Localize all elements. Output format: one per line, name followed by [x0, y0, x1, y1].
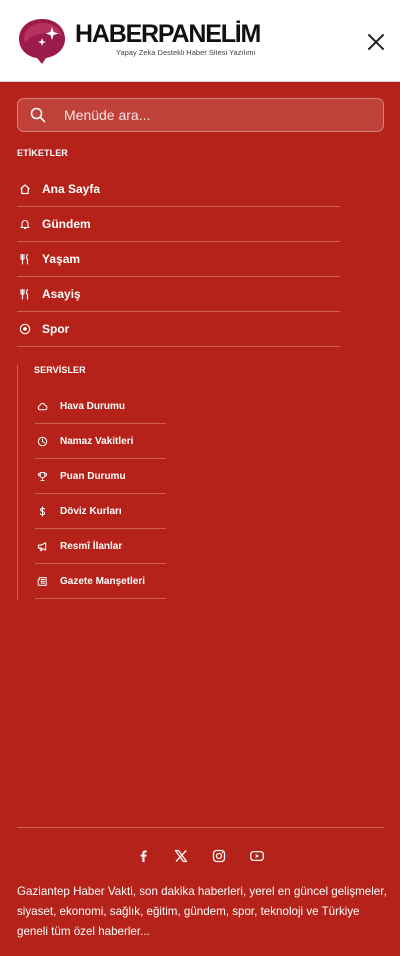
menu-item-yasam[interactable]: Yaşam — [17, 242, 340, 277]
trophy-icon — [37, 471, 48, 481]
service-puan-durumu[interactable]: Puan Durumu — [35, 459, 166, 494]
youtube-link[interactable] — [248, 846, 267, 865]
utensils-icon — [20, 253, 29, 265]
search-input[interactable] — [64, 107, 364, 123]
brand-tagline: Yapay Zeka Destekli Haber Sitesi Yazılım… — [116, 48, 256, 57]
cloud-icon — [37, 402, 48, 410]
footer-description: Gaziantep Haber Vakti, son dakika haberl… — [17, 885, 387, 938]
menu-item-label: Gündem — [42, 217, 91, 231]
youtube-icon — [250, 850, 264, 861]
service-label: Hava Durumu — [60, 400, 126, 412]
facebook-icon — [140, 850, 147, 862]
instagram-icon — [212, 849, 226, 862]
service-gazete-mansetleri[interactable]: Gazete Manşetleri — [35, 564, 166, 599]
menu-item-label: Ana Sayfa — [42, 182, 101, 196]
menu-item-spor[interactable]: Spor — [17, 312, 340, 347]
services-menu: Hava Durumu Namaz Vakitleri Puan Durumu … — [35, 389, 166, 599]
menu-item-gundem[interactable]: Gündem — [17, 207, 340, 242]
dollar-icon — [39, 505, 46, 517]
home-icon — [20, 184, 30, 195]
menu-search[interactable] — [17, 98, 384, 132]
bell-icon — [20, 220, 30, 230]
service-namaz-vakitleri[interactable]: Namaz Vakitleri — [35, 424, 166, 459]
footer-divider — [17, 827, 384, 828]
instagram-link[interactable] — [210, 846, 229, 865]
utensils-icon — [20, 288, 29, 300]
menu-item-label: Yaşam — [42, 252, 81, 266]
header: HABERPANELİM Yapay Zeka Destekli Haber S… — [0, 0, 400, 82]
x-icon — [174, 849, 188, 862]
megaphone-icon — [37, 541, 47, 551]
ball-icon — [19, 323, 31, 335]
service-label: Gazete Manşetleri — [60, 575, 146, 587]
service-label: Döviz Kurları — [60, 505, 122, 517]
brand-name[interactable]: HABERPANELİM — [75, 21, 261, 47]
facebook-link[interactable] — [134, 846, 153, 865]
service-label: Puan Durumu — [60, 470, 126, 482]
brand-logo[interactable] — [18, 17, 66, 65]
services-section-title: SERVİSLER — [34, 365, 86, 375]
menu-item-ana-sayfa[interactable]: Ana Sayfa — [17, 172, 340, 207]
search-icon — [30, 107, 46, 123]
x-link[interactable] — [172, 846, 191, 865]
social-links — [0, 846, 400, 865]
services-panel: SERVİSLER Hava Durumu Namaz Vakitleri Pu… — [17, 365, 177, 600]
menu-item-label: Spor — [42, 322, 70, 336]
service-hava-durumu[interactable]: Hava Durumu — [35, 389, 166, 424]
newspaper-icon — [37, 576, 47, 586]
tags-menu: Ana Sayfa Gündem Yaşam Asayiş Spor — [17, 172, 340, 347]
service-doviz-kurlari[interactable]: Döviz Kurları — [35, 494, 166, 529]
close-icon[interactable] — [362, 28, 390, 56]
menu-item-label: Asayiş — [42, 287, 81, 301]
service-label: Namaz Vakitleri — [60, 435, 134, 447]
service-label: Resmî İlanlar — [60, 540, 123, 552]
menu-item-asayis[interactable]: Asayiş — [17, 277, 340, 312]
clock-icon — [37, 436, 48, 446]
service-resmi-ilanlar[interactable]: Resmî İlanlar — [35, 529, 166, 564]
tags-section-title: ETİKETLER — [17, 148, 68, 158]
